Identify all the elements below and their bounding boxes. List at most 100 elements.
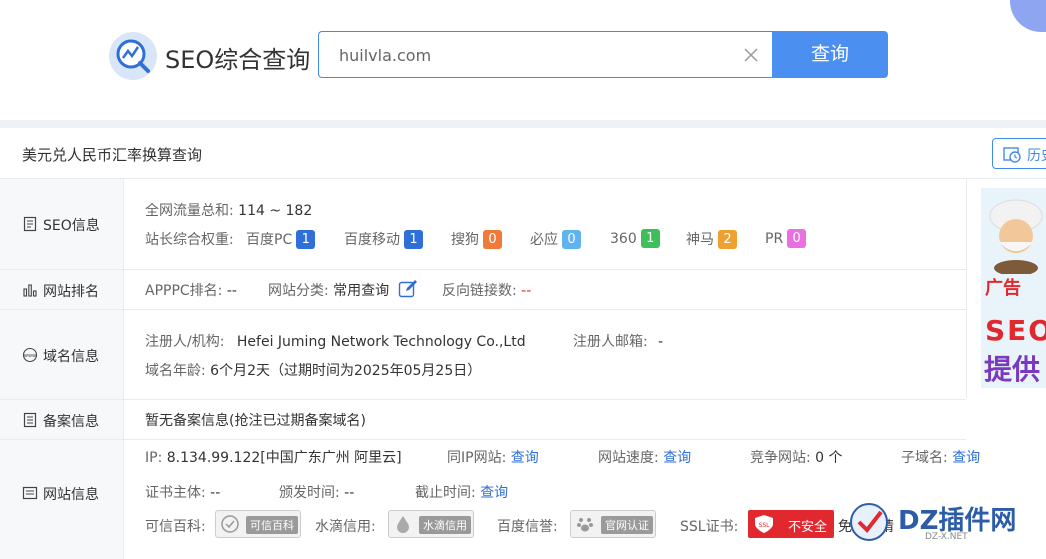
traffic-value: 114 ~ 182 — [238, 203, 313, 219]
cert-issued: 颁发时间: -- — [279, 482, 354, 502]
kexin-pill-text: 可信百科 — [246, 516, 298, 534]
kexin-pill[interactable]: 可信百科 — [215, 510, 301, 538]
traffic: 全网流量总和: 114 ~ 182 — [145, 200, 312, 220]
search-box — [318, 31, 772, 78]
competitors: 竞争网站: 0 个 — [750, 447, 843, 467]
age-label: 域名年龄: — [145, 363, 206, 379]
subdomain-label: 子域名: — [901, 450, 948, 466]
speed-link[interactable]: 查询 — [663, 450, 691, 466]
rank-label: 网站排名 — [43, 284, 99, 300]
weight-name: 必应 — [530, 232, 558, 248]
site-info-label: 网站信息 — [43, 487, 99, 503]
site-category: 网站分类: 常用查询 — [268, 280, 389, 300]
weight-360[interactable]: 360 1 — [610, 229, 660, 248]
backlinks: 反向链接数: -- — [442, 280, 531, 300]
category-label: 网站分类: — [268, 283, 329, 299]
icp-label-cell: 备案信息 — [0, 400, 124, 439]
paw-icon — [577, 518, 593, 532]
page-title: 美元兑人民币汇率换算查询 — [22, 146, 203, 164]
competitor-value: 0 个 — [815, 450, 843, 466]
expire-label: 截止时间: — [415, 485, 476, 501]
backlinks-label: 反向链接数: — [442, 283, 517, 299]
search-button[interactable]: 查询 — [772, 31, 888, 78]
edit-icon[interactable] — [398, 279, 418, 299]
baidu-pill-text: 官网认证 — [601, 516, 653, 534]
www-globe-icon: www — [22, 347, 38, 363]
ssl-insecure-text: 不安全 — [788, 520, 828, 535]
weight-sogou[interactable]: 搜狗 0 — [451, 229, 502, 249]
logo-text: SEO综合查询 — [165, 46, 311, 74]
weight-badge: 0 — [562, 230, 581, 249]
shuidi-label: 水滴信用: — [315, 519, 376, 535]
header: SEO综合查询 查询 — [0, 0, 1046, 120]
rank-label-cell: 网站排名 — [0, 270, 124, 309]
weight-baidu-mobile[interactable]: 百度移动 1 — [344, 229, 423, 249]
ip-info: IP: 8.134.99.122[中国广东广州 阿里云] — [145, 447, 402, 467]
weight-badge: 0 — [483, 230, 502, 249]
weight-label: 站长综合权重: — [145, 232, 234, 248]
traffic-label: 全网流量总和: — [145, 203, 234, 219]
weight-pr[interactable]: PR 0 — [765, 229, 807, 248]
issued-value: -- — [344, 485, 355, 501]
seo-info-label-cell: SEO信息 — [0, 179, 124, 269]
email-value: - — [658, 334, 664, 350]
document-icon — [23, 216, 37, 232]
shuidi-pill-text: 水滴信用 — [419, 516, 471, 534]
expire-link[interactable]: 查询 — [480, 485, 508, 501]
weight-name: 百度PC — [246, 232, 293, 248]
weight-badge: 0 — [787, 229, 807, 248]
weight-name: 百度移动 — [344, 232, 400, 248]
icp-label: 备案信息 — [43, 414, 99, 430]
ip-value: 8.134.99.122[中国广东广州 阿里云] — [166, 450, 402, 466]
domain-label: 域名信息 — [43, 349, 99, 365]
baidu-pill[interactable]: 官网认证 — [570, 510, 656, 538]
weight-baidu-pc[interactable]: 百度PC 1 — [246, 229, 316, 249]
history-clock-icon — [1003, 147, 1021, 163]
ad-mascot-icon — [989, 199, 1043, 274]
list-icon — [22, 486, 38, 500]
registrant-email: 注册人邮箱: - — [573, 331, 663, 351]
category-value: 常用查询 — [333, 283, 390, 299]
subdomain: 子域名: 查询 — [901, 447, 980, 467]
domain-label-cell: www 域名信息 — [0, 310, 124, 399]
ad-line1: SEO — [985, 314, 1046, 347]
ad-line2: 提供 — [984, 353, 1041, 386]
ad-label: 广告 — [985, 278, 1021, 299]
clear-icon[interactable] — [742, 46, 760, 64]
cert-expire: 截止时间: 查询 — [415, 482, 508, 502]
ip-label: IP: — [145, 450, 163, 466]
svg-text:www: www — [24, 353, 36, 359]
age-value: 6个月2天（过期时间为2025年05月25日） — [210, 363, 482, 379]
icp-value: 暂无备案信息(抢注已过期备案域名) — [145, 413, 366, 429]
weight-name: PR — [765, 231, 784, 247]
weight-badge: 1 — [640, 229, 660, 248]
search-input[interactable] — [339, 44, 719, 66]
cert-subject-value: -- — [210, 485, 221, 501]
shuidi-pill[interactable]: 水滴信用 — [388, 510, 474, 538]
history-button[interactable]: 历史 — [992, 138, 1046, 169]
same-ip: 同IP网站: 查询 — [447, 447, 539, 467]
watermark-subtext: DZ-X.NET — [925, 532, 968, 542]
record-icon — [23, 412, 37, 428]
history-label: 历史 — [1027, 148, 1046, 164]
weight-badge: 1 — [404, 230, 423, 249]
weight-name: 神马 — [686, 232, 714, 248]
site-speed: 网站速度: 查询 — [598, 447, 691, 467]
subdomain-link[interactable]: 查询 — [952, 450, 980, 466]
ssl-insecure-badge[interactable]: SSL 不安全 — [748, 510, 834, 538]
cert-subject-label: 证书主体: — [145, 485, 206, 501]
weight-bing[interactable]: 必应 0 — [530, 229, 581, 249]
weight-shenma[interactable]: 神马 2 — [686, 229, 737, 249]
apppc-value: -- — [226, 283, 237, 299]
registrant: 注册人/机构: Hefei Juming Network Technology … — [145, 331, 526, 351]
cert-subject: 证书主体: -- — [145, 482, 220, 502]
same-ip-link[interactable]: 查询 — [511, 450, 539, 466]
baidu-label: 百度信誉: — [497, 519, 558, 535]
rank-row: 网站排名 APPPC排名: -- 网站分类: 常用查询 反向链接数: -- — [0, 270, 966, 310]
svg-text:SSL: SSL — [759, 522, 771, 529]
ad-banner[interactable]: 广告 SEO 提供 — [981, 188, 1046, 388]
weight-name: 搜狗 — [451, 232, 479, 248]
ssl-shield-icon: SSL — [755, 515, 773, 533]
backlinks-value: -- — [521, 283, 532, 299]
same-ip-label: 同IP网站: — [447, 450, 507, 466]
